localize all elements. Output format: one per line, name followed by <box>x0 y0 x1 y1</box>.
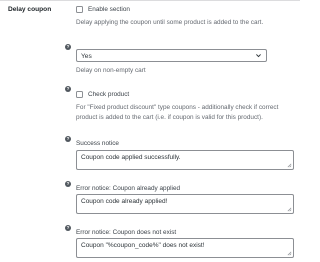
help-icon[interactable]: ? <box>65 225 71 231</box>
coupon-settings-panel: Delay coupon Enable section Delay applyi… <box>0 0 300 262</box>
error-not-exist-textarea[interactable]: Coupon "%coupon_code%" does not exist! <box>76 238 294 258</box>
textarea-value: Coupon code already applied! <box>81 197 168 205</box>
help-icon[interactable]: ? <box>65 86 71 92</box>
help-icon[interactable]: ? <box>65 136 71 142</box>
resize-handle-icon[interactable] <box>287 251 292 256</box>
select-value: Yes <box>81 52 92 60</box>
help-icon[interactable]: ? <box>65 44 71 50</box>
check-product-checkbox[interactable] <box>76 91 83 98</box>
enable-section-label: Enable section <box>88 6 130 13</box>
resize-handle-icon[interactable] <box>287 163 292 168</box>
chevron-down-icon <box>256 54 261 58</box>
enable-section-description: Delay applying the coupon until some pro… <box>76 19 264 26</box>
check-product-description: product is added to the cart (i.e. if co… <box>76 114 263 121</box>
resize-handle-icon[interactable] <box>287 207 292 212</box>
success-notice-textarea[interactable]: Coupon code applied successfully. <box>76 150 294 170</box>
textarea-value: Coupon "%coupon_code%" does not exist! <box>81 241 205 249</box>
delay-on-non-empty-cart-select[interactable]: Yes <box>76 49 267 62</box>
help-icon[interactable]: ? <box>65 181 71 187</box>
check-product-description: For "Fixed product discount" type coupon… <box>76 104 279 111</box>
check-product-label: Check product <box>88 91 130 98</box>
success-notice-label: Success notice <box>76 140 119 147</box>
error-already-applied-textarea[interactable]: Coupon code already applied! <box>76 194 294 214</box>
section-label: Delay coupon <box>8 6 52 13</box>
error-already-applied-label: Error notice: Coupon already applied <box>76 185 181 192</box>
divider <box>0 0 300 1</box>
error-not-exist-label: Error notice: Coupon does not exist <box>76 229 177 236</box>
textarea-value: Coupon code applied successfully. <box>81 153 181 161</box>
enable-section-checkbox[interactable] <box>76 6 83 13</box>
delay-description: Delay on non-empty cart <box>76 67 146 74</box>
